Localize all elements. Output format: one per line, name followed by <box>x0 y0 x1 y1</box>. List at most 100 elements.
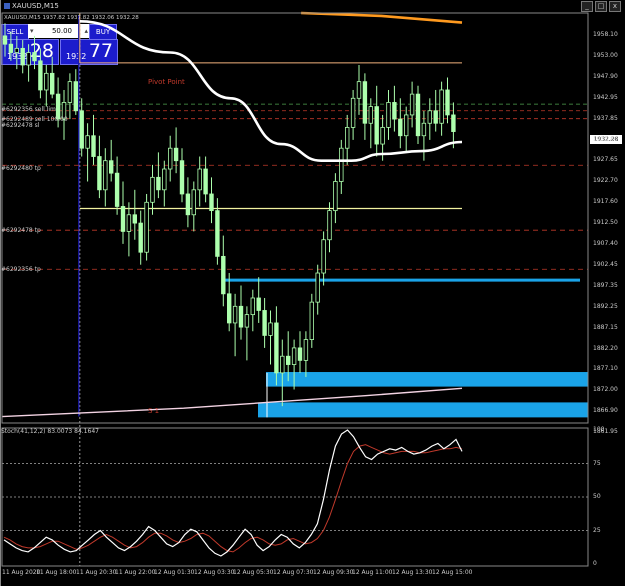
candle <box>44 65 49 107</box>
candle <box>20 40 25 74</box>
candle-body <box>38 60 43 91</box>
candle-body <box>433 110 438 124</box>
candle <box>297 331 303 373</box>
candle <box>67 73 73 120</box>
stochastic-axis-label: 25 <box>593 526 601 534</box>
candle <box>374 85 379 157</box>
candle-body <box>109 160 114 174</box>
candle <box>191 181 196 232</box>
candle-body <box>2 35 8 45</box>
price-axis-label: 1932.80 <box>593 135 618 143</box>
time-axis-label: 11 Aug 20:30 <box>76 569 117 576</box>
stochastic-axis-label: 50 <box>593 493 601 500</box>
candle <box>144 193 149 261</box>
candle-body <box>386 102 391 128</box>
candle-body <box>398 118 403 137</box>
candle <box>179 148 185 203</box>
candle-body <box>209 193 214 212</box>
candles <box>2 23 456 407</box>
time-axis-label: 12 Aug 15:00 <box>432 569 473 576</box>
candle-body <box>144 201 149 253</box>
candle <box>398 98 403 149</box>
price-axis-label: 1958.10 <box>593 31 618 38</box>
candle <box>38 48 43 99</box>
candle-body <box>238 305 244 328</box>
candle <box>50 56 55 99</box>
time-axis-label: 12 Aug 01:30 <box>154 569 195 576</box>
time-axis-label: 12 Aug 07:30 <box>273 569 314 576</box>
candle <box>109 139 114 182</box>
time-axis-label: 12 Aug 13:30 <box>392 569 433 576</box>
candle-body <box>97 156 102 191</box>
candle <box>114 156 120 215</box>
candle-body <box>250 297 255 316</box>
candle-body <box>445 89 450 116</box>
candle <box>268 310 273 365</box>
candle <box>386 89 391 140</box>
candle <box>356 65 362 115</box>
candle <box>333 173 338 224</box>
candle-body <box>191 189 196 216</box>
order-line-label: #6292478 tp <box>1 227 41 234</box>
candle-body <box>14 47 19 53</box>
chart-ohlc-header: XAUUSD,M15 1937.82 1937.82 1932.06 1932.… <box>4 15 139 21</box>
candle <box>250 289 255 332</box>
time-axis-label: 12 Aug 11:00 <box>352 569 393 576</box>
candle <box>339 139 344 194</box>
candle <box>73 69 78 115</box>
candle-body <box>8 43 14 53</box>
candle <box>221 235 226 307</box>
price-axis-label: 1882.20 <box>593 344 618 352</box>
candle-body <box>256 297 261 311</box>
order-line-label: #6292478 sl <box>1 122 40 129</box>
candle-body <box>67 81 73 103</box>
candle-body <box>333 181 338 212</box>
candle-body <box>32 52 37 62</box>
price-axis-label: 1872.00 <box>593 386 618 394</box>
price-axis-label: 1907.40 <box>593 240 618 247</box>
order-line-label: #6292356 tp <box>1 266 41 273</box>
candle <box>238 285 244 340</box>
candle <box>197 156 202 207</box>
candle <box>392 85 397 132</box>
candle <box>26 44 31 82</box>
price-axis-label: 1942.95 <box>593 93 618 101</box>
candle-body <box>167 147 173 170</box>
candle <box>433 89 438 132</box>
candle-body <box>150 176 155 203</box>
candle-body <box>291 347 297 365</box>
candle-body <box>350 97 356 128</box>
candle <box>32 35 37 70</box>
candle <box>244 306 250 361</box>
candle-body <box>415 93 421 137</box>
candle-body <box>203 168 208 195</box>
candle <box>138 210 143 265</box>
candle-body <box>103 160 108 191</box>
candle-body <box>344 127 350 149</box>
candle-body <box>280 355 285 374</box>
blue-zone-bottom <box>258 402 588 418</box>
candle-body <box>421 122 427 137</box>
candle <box>203 156 208 203</box>
candle-body <box>221 255 226 295</box>
candle-body <box>356 81 362 99</box>
candle <box>321 231 326 286</box>
stochastic-axis-label: 75 <box>593 459 601 467</box>
time-axis-label: 12 Aug 09:30 <box>313 569 354 576</box>
candle-body <box>85 135 90 149</box>
price-axis-label: 1866.90 <box>593 407 618 415</box>
candle <box>427 98 432 140</box>
candle <box>315 264 320 315</box>
candle <box>280 339 285 407</box>
price-axis-label: 1902.45 <box>593 260 618 268</box>
candle-body <box>244 314 250 328</box>
price-chart[interactable] <box>0 0 625 586</box>
price-axis-label: 1927.65 <box>593 156 618 164</box>
order-line-label: #6292356 sell lim <box>1 106 56 113</box>
candle-body <box>368 106 373 124</box>
candle-body <box>374 106 379 145</box>
candle <box>409 81 415 128</box>
candle <box>173 127 179 174</box>
candle <box>185 177 191 228</box>
candle-body <box>79 110 84 149</box>
